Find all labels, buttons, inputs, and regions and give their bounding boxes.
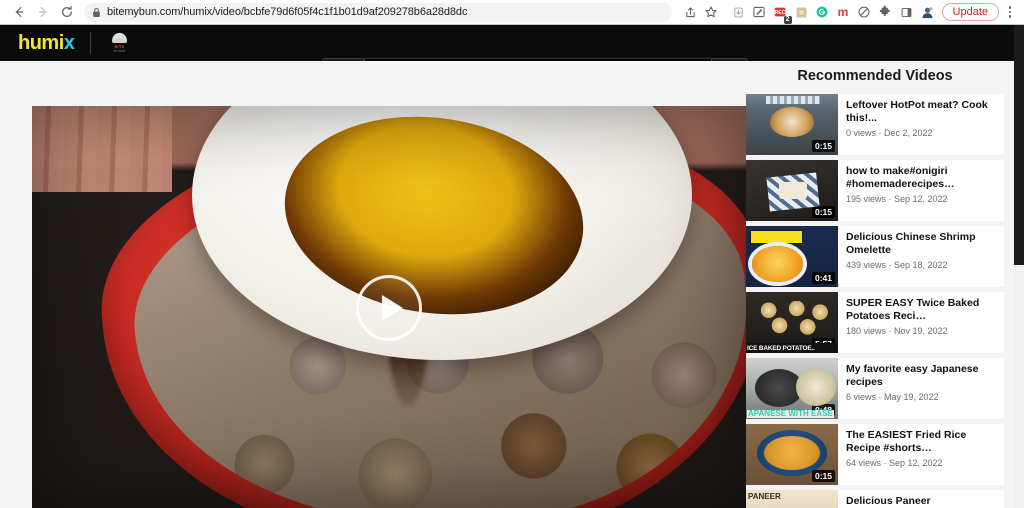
thumbnail-caption: ICE BAKED POTATOE.. [747,345,815,352]
bun-shape [111,33,127,43]
video-stats: 180 views · Nov 19, 2022 [846,326,948,336]
list-item[interactable]: 0:41 Delicious Chinese Shrimp Omelette 4… [746,226,1004,287]
bookmark-star-icon[interactable] [701,2,722,23]
navigation-buttons [0,1,78,23]
play-button-icon[interactable] [356,275,422,341]
header-divider [90,32,92,54]
humix-logo[interactable]: humix [0,31,75,55]
video-title[interactable]: My favorite easy Japanese recipes [846,363,998,388]
video-duration: 0:15 [811,140,835,152]
svg-text:REC: REC [774,10,785,16]
video-duration: 0:15 [811,470,835,482]
humix-logo-text: humi [18,31,64,54]
video-stats: 64 views · Sep 12, 2022 [846,458,943,468]
grammarly-extension-icon[interactable] [812,2,833,23]
list-item[interactable]: 0:15 The EASIEST Fried Rice Recipe #shor… [746,424,1004,485]
thumbnail-caption: APANESE WITH EASE [747,408,834,418]
video-meta: Delicious Chinese Shrimp Omelette 439 vi… [838,226,1004,287]
video-player[interactable] [32,106,746,508]
video-title[interactable]: Delicious Paneer [846,495,931,508]
notes-extension-icon[interactable] [791,2,812,23]
download-icon[interactable] [728,2,749,23]
video-stats: 195 views · Sep 12, 2022 [846,194,948,204]
list-item[interactable]: 0:15 how to make#onigiri #homemaderecipe… [746,160,1004,221]
url-text: bitemybun.com/humix/video/bcbfe79d6f05f4… [107,6,468,18]
side-panel-icon[interactable] [896,2,917,23]
video-meta: Delicious Paneer [838,490,937,508]
video-title[interactable]: how to make#onigiri #homemaderecipes… [846,165,998,190]
page-viewport: humix BITE MY BUN ALL [0,25,1024,508]
three-dot-menu-icon[interactable] [1001,2,1019,22]
address-bar[interactable]: bitemybun.com/humix/video/bcbfe79d6f05f4… [84,2,672,22]
video-stats: 0 views · Dec 2, 2022 [846,128,933,138]
video-title[interactable]: The EASIEST Fried Rice Recipe #shorts… [846,429,998,454]
video-title[interactable]: SUPER EASY Twice Baked Potatoes Reci… [846,297,998,322]
video-thumbnail[interactable]: 0:41 [746,226,838,287]
video-thumbnail[interactable]: 0:15 [746,94,838,155]
back-button[interactable] [8,1,30,23]
reload-icon [62,5,72,18]
update-button[interactable]: Update [941,3,999,21]
video-stats: 6 views · May 19, 2022 [846,392,939,402]
recommended-videos-heading: Recommended Videos [797,68,953,84]
forward-arrow-icon [38,7,47,17]
video-title[interactable]: Delicious Chinese Shrimp Omelette [846,231,998,256]
recorder-extension-icon[interactable]: REC 2 [770,2,792,24]
video-duration: 0:41 [811,272,835,284]
video-thumbnail[interactable]: ICE BAKED POTATOE.. 5:57 [746,292,838,353]
profile-avatar-icon[interactable] [917,2,938,23]
video-duration: 0:15 [811,206,835,218]
video-column: Favorite Asian Recipes [32,106,746,508]
video-thumbnail[interactable]: PANEER [746,490,838,508]
list-item[interactable]: APANESE WITH EASE 0:48 My favorite easy … [746,358,1004,419]
recommended-videos-panel: Recommended Videos 0:15 Leftover HotPot … [746,61,1004,508]
page-scrollbar[interactable] [1014,25,1024,508]
browser-actions: REC 2 m Update [680,2,1024,24]
list-item[interactable]: ICE BAKED POTATOE.. 5:57 SUPER EASY Twic… [746,292,1004,353]
site-header: humix BITE MY BUN [0,25,1014,61]
video-meta: Leftover HotPot meat? Cook this!... 0 vi… [838,94,1004,155]
back-arrow-icon [15,7,24,17]
extensions-puzzle-icon[interactable] [875,2,896,23]
lock-icon [92,7,101,18]
site-logo-bottom-text: MY BUN [113,49,126,53]
video-thumbnail[interactable]: 0:15 [746,424,838,485]
list-item[interactable]: 0:15 Leftover HotPot meat? Cook this!...… [746,94,1004,155]
video-thumbnail[interactable]: 0:15 [746,160,838,221]
share-icon[interactable] [680,2,701,23]
mailtrack-extension-icon[interactable]: m [833,2,854,23]
forward-button[interactable] [32,1,54,23]
scrollbar-thumb[interactable] [1014,25,1024,265]
thumbnail-caption: PANEER [748,492,781,501]
video-duration: 5:57 [811,338,835,350]
main-content: Favorite Asian Recipes Recommended Video… [0,61,1014,508]
video-meta: My favorite easy Japanese recipes 6 view… [838,358,1004,419]
list-item[interactable]: PANEER Delicious Paneer [746,490,1004,508]
bitemybun-logo[interactable]: BITE MY BUN [107,30,131,56]
video-title[interactable]: Leftover HotPot meat? Cook this!... [846,99,998,124]
video-meta: SUPER EASY Twice Baked Potatoes Reci… 18… [838,292,1004,353]
video-meta: The EASIEST Fried Rice Recipe #shorts… 6… [838,424,1004,485]
browser-toolbar: bitemybun.com/humix/video/bcbfe79d6f05f4… [0,0,1024,25]
video-meta: how to make#onigiri #homemaderecipes… 19… [838,160,1004,221]
video-thumbnail[interactable]: APANESE WITH EASE 0:48 [746,358,838,419]
video-stats: 439 views · Sep 18, 2022 [846,260,948,270]
play-triangle [381,295,403,321]
humix-logo-x: x [63,31,75,54]
adblock-extension-icon[interactable] [854,2,875,23]
reload-button[interactable] [56,1,78,23]
screenshot-pen-icon[interactable] [749,2,770,23]
